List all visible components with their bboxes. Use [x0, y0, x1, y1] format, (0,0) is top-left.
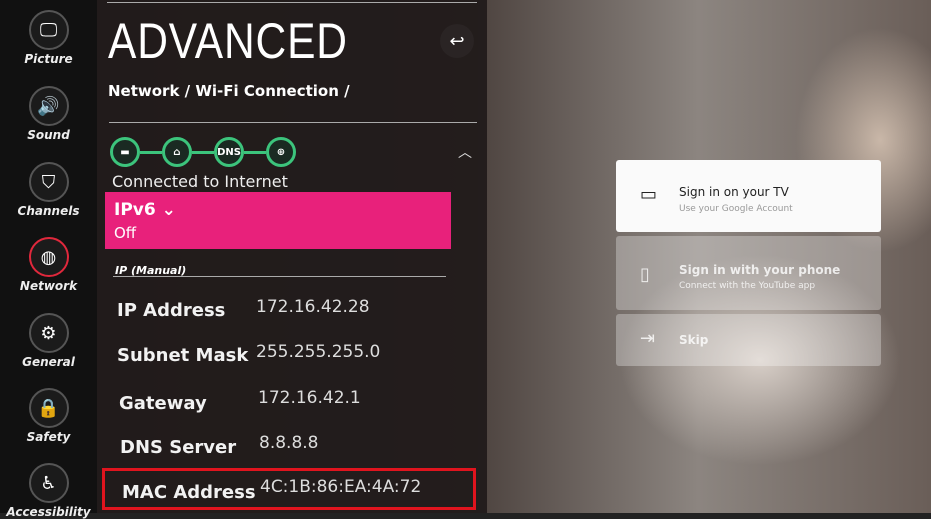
phone-icon: ▯ [640, 264, 650, 285]
dns-server-label: DNS Server [120, 437, 237, 458]
picture-icon: 🖵 [28, 10, 69, 50]
connection-status: Connected to Internet [112, 172, 288, 191]
sidebar-item-accessibility[interactable]: ♿ Accessibility [0, 463, 97, 519]
ip-address-value: 172.16.42.28 [256, 297, 370, 317]
ipv6-dropdown[interactable]: IPv6 ⌄ Off [105, 192, 451, 249]
sidebar-item-general[interactable]: ⚙ General [0, 313, 97, 369]
skip-card[interactable]: ⇥ Skip [616, 314, 881, 366]
globe-icon: ◍ [28, 237, 69, 277]
subnet-mask-label: Subnet Mask [117, 345, 249, 366]
dns-icon: DNS [214, 137, 244, 167]
dns-server-value: 8.8.8.8 [259, 433, 319, 453]
settings-sidebar: 🖵 Picture 🔊 Sound ⛉ Channels ◍ Network ⚙ Gene… [0, 0, 97, 519]
sign-in-tv-card[interactable]: ▭ Sign in on your TV Use your Google Acc… [616, 160, 881, 232]
gear-icon: ⚙ [28, 313, 69, 353]
gateway-value: 172.16.42.1 [258, 388, 361, 408]
sidebar-item-network[interactable]: ◍ Network [0, 237, 97, 293]
lock-icon: 🔒 [28, 388, 69, 428]
sign-in-phone-card[interactable]: ▯ Sign in with your phone Connect with t… [616, 236, 881, 310]
mac-address-highlight-box [102, 468, 476, 510]
subnet-mask-value: 255.255.255.0 [256, 342, 381, 362]
chevron-down-icon: ⌄ [161, 200, 176, 220]
gateway-label: Gateway [119, 393, 207, 414]
internet-globe-icon: ⊕ [266, 137, 296, 167]
accessibility-icon: ♿ [28, 463, 69, 503]
back-button[interactable]: ↩ [440, 24, 474, 58]
tv-icon: ▭ [640, 184, 658, 205]
skip-icon: ⇥ [640, 328, 656, 349]
collapse-chevron-icon[interactable]: ︿ [458, 142, 472, 162]
page-title: ADVANCED [108, 13, 348, 69]
divider [109, 122, 477, 123]
sidebar-item-safety[interactable]: 🔒 Safety [0, 388, 97, 444]
back-arrow-icon: ↩ [449, 30, 465, 52]
satellite-dish-icon: ⛉ [28, 162, 69, 202]
connection-status-diagram: ▬ ⌂ DNS ⊕ [110, 137, 296, 167]
sidebar-item-picture[interactable]: 🖵 Picture [0, 10, 97, 66]
sidebar-item-sound[interactable]: 🔊 Sound [0, 86, 97, 142]
sidebar-item-channels[interactable]: ⛉ Channels [0, 162, 97, 218]
breadcrumb: Network / Wi-Fi Connection / [108, 82, 350, 100]
ipv6-value: Off [114, 224, 137, 242]
tv-icon: ▬ [110, 137, 140, 167]
router-icon: ⌂ [162, 137, 192, 167]
ip-address-label: IP Address [117, 300, 226, 321]
divider [113, 276, 446, 277]
divider [107, 2, 477, 3]
speaker-icon: 🔊 [28, 86, 69, 126]
